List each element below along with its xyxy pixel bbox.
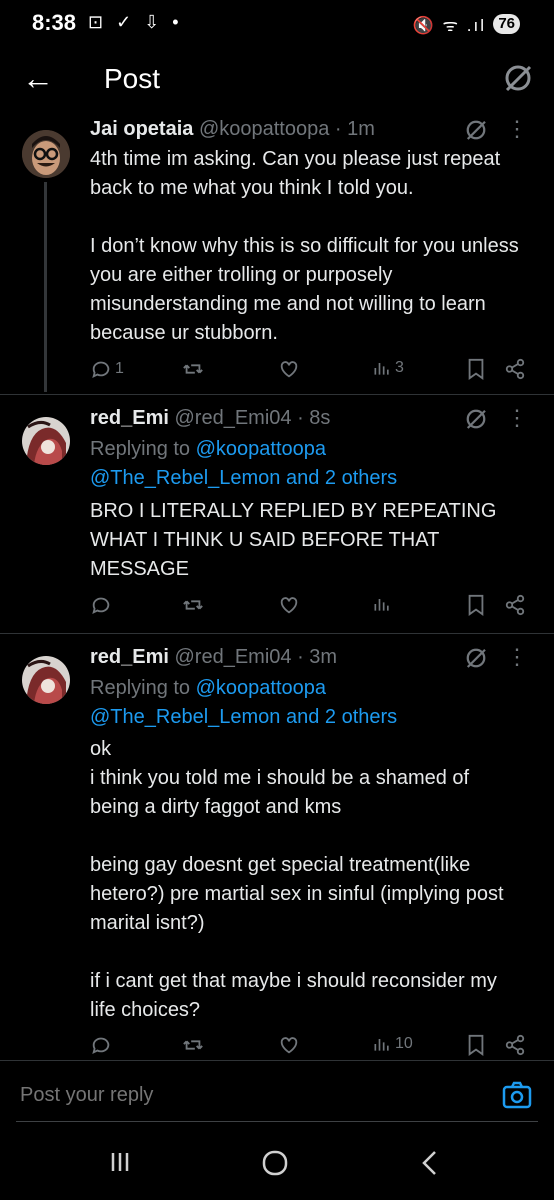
home-button[interactable] [262,1150,288,1181]
repost-icon [183,600,203,610]
repost-button[interactable] [182,594,204,616]
views-count: 10 [395,1035,413,1052]
more-options-icon[interactable]: ⋮ [506,116,528,142]
heart-icon [280,361,298,378]
views-button[interactable]: 10 [372,1034,413,1054]
post-text: BRO I LITERALLY REPLIED BY REPEATING WHA… [90,500,497,580]
reply-composer [0,1060,554,1123]
grok-icon[interactable] [464,118,488,147]
reply-button[interactable] [90,1034,112,1056]
back-arrow-icon[interactable]: ← [22,62,54,94]
views-icon [374,1039,389,1051]
camera-icon[interactable] [502,1081,532,1114]
reply-button[interactable]: 1 [90,358,124,380]
action-bar: 10 [90,1034,530,1062]
repost-button[interactable] [182,358,204,380]
more-options-icon[interactable]: ⋮ [506,405,528,431]
back-button[interactable] [420,1150,440,1181]
post-text: ok i think you told me i should be a sha… [90,738,504,1021]
post-item[interactable]: red_Emi @red_Emi04 · 3m ⋮ Replying to @k… [0,634,554,1059]
handle-timestamp: @red_Emi04 · 8s [174,407,331,429]
reply-button[interactable] [90,594,112,616]
replying-to-label: Replying to [90,677,196,699]
action-bar: 1 3 [90,358,530,386]
reply-underline [16,1121,538,1122]
display-name[interactable]: Jai opetaia [90,118,193,140]
bookmark-icon [468,594,484,616]
mention-link[interactable]: @koopattoopa [196,438,326,460]
battery-indicator: 76 [493,14,520,34]
views-icon [374,363,389,375]
action-bar [90,594,530,622]
avatar[interactable] [22,130,70,178]
grok-icon[interactable] [464,407,488,436]
mention-others-link[interactable]: @The_Rebel_Lemon and 2 others [90,703,397,732]
like-button[interactable] [278,594,300,616]
like-button[interactable] [278,358,300,380]
heart-icon [280,1037,298,1054]
share-button[interactable] [504,358,526,380]
post-item[interactable]: Jai opetaia @koopattoopa · 1m ⋮ 4th time… [0,112,554,394]
repost-button[interactable] [182,1034,204,1056]
views-button[interactable]: 3 [372,358,404,378]
post-item[interactable]: red_Emi @red_Emi04 · 8s ⋮ Replying to @k… [0,395,554,633]
more-options-icon[interactable]: ⋮ [506,644,528,670]
post-text: 4th time im asking. Can you please just … [90,148,519,344]
share-icon [505,1034,525,1056]
mention-others-link[interactable]: @The_Rebel_Lemon and 2 others [90,464,397,493]
heart-icon [280,597,298,614]
views-icon [374,599,389,611]
reply-icon [92,1037,110,1055]
thread-line [44,182,47,392]
views-count: 3 [395,359,404,376]
recent-apps-button[interactable] [108,1150,132,1179]
grok-icon[interactable] [502,62,534,99]
notification-icons: ⊡ ✓ ⇩ • [88,12,183,32]
bookmark-button[interactable] [466,1034,486,1056]
share-button[interactable] [504,1034,526,1056]
mention-link[interactable]: @koopattoopa [196,677,326,699]
bookmark-button[interactable] [466,358,486,380]
top-app-bar: ← Post [0,52,554,112]
share-icon [505,594,525,616]
bookmark-icon [468,1034,484,1056]
bookmark-icon [468,358,484,380]
like-button[interactable] [278,1034,300,1056]
handle-timestamp: @red_Emi04 · 3m [174,646,338,668]
handle-timestamp: @koopattoopa · 1m [198,118,375,140]
views-button[interactable] [372,594,392,614]
share-icon [505,358,525,380]
reply-icon [92,597,110,615]
post-header: red_Emi @red_Emi04 · 3m [90,646,337,669]
share-button[interactable] [504,594,526,616]
post-header: Jai opetaia @koopattoopa · 1m [90,118,375,141]
display-name[interactable]: red_Emi [90,407,169,429]
avatar[interactable] [22,656,70,704]
replying-to: Replying to @koopattoopa [90,674,326,703]
avatar[interactable] [22,417,70,465]
repost-icon [183,364,203,374]
reply-count: 1 [115,360,124,377]
display-name[interactable]: red_Emi [90,646,169,668]
replying-to-label: Replying to [90,438,196,460]
status-time: 8:38 [32,10,77,35]
reply-icon [92,361,110,379]
reply-input[interactable] [18,1083,422,1108]
post-header: red_Emi @red_Emi04 · 8s [90,407,330,430]
repost-icon [183,1040,203,1050]
system-nav-bar [0,1130,554,1200]
replying-to: Replying to @koopattoopa [90,435,326,464]
status-bar: 8:38 ⊡ ✓ ⇩ • 🔇 ᯤ .ıl 76 [0,0,554,52]
grok-icon[interactable] [464,646,488,675]
bookmark-button[interactable] [466,594,486,616]
signal-icons: 🔇 ᯤ .ıl [412,16,486,35]
page-title: Post [104,63,161,94]
